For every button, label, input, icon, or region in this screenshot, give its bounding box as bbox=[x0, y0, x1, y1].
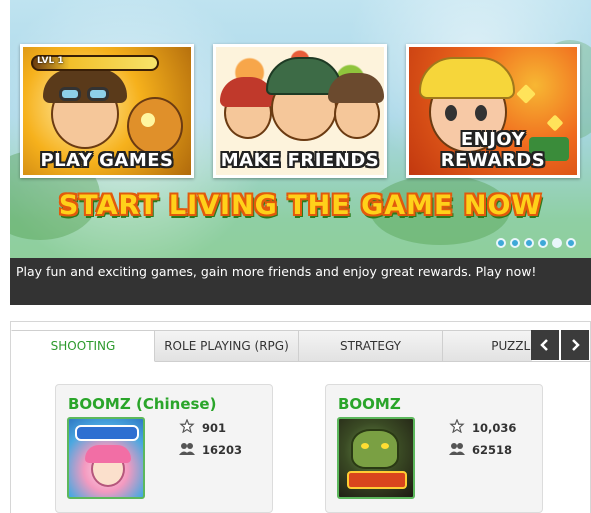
game-title[interactable]: BOOMZ (Chinese) bbox=[68, 395, 216, 413]
carousel-dot[interactable] bbox=[524, 238, 534, 248]
tabs-prev-button[interactable] bbox=[531, 330, 559, 360]
star-icon bbox=[179, 419, 195, 433]
chevron-right-icon bbox=[572, 339, 580, 351]
carousel-dots bbox=[496, 238, 576, 248]
banner-caption-bar: Play fun and exciting games, gain more f… bbox=[10, 258, 591, 305]
tab-shooting[interactable]: SHOOTING bbox=[11, 330, 155, 362]
game-card-boomz-chinese[interactable]: BOOMZ (Chinese) 901 16203 bbox=[55, 384, 273, 513]
tab-strategy[interactable]: STRATEGY bbox=[299, 330, 443, 362]
tab-role-playing[interactable]: ROLE PLAYING (RPG) bbox=[155, 330, 299, 362]
game-thumbnail[interactable] bbox=[67, 417, 145, 499]
tabs-next-button[interactable] bbox=[561, 330, 589, 360]
game-rating: 901 bbox=[202, 421, 227, 435]
promo-banner[interactable]: LVL 1 PLAY GAMES MAKE FRIENDS ENJOY REWA… bbox=[10, 0, 591, 258]
banner-headline: START LIVING THE GAME NOW bbox=[58, 190, 543, 221]
promo-card-play-games[interactable]: LVL 1 PLAY GAMES bbox=[20, 44, 194, 178]
players-icon bbox=[179, 443, 195, 455]
tab-strip: SHOOTING ROLE PLAYING (RPG) STRATEGY PUZ… bbox=[11, 330, 532, 363]
carousel-dot[interactable] bbox=[510, 238, 520, 248]
game-thumbnail[interactable] bbox=[337, 417, 415, 499]
page: LVL 1 PLAY GAMES MAKE FRIENDS ENJOY REWA… bbox=[0, 0, 591, 513]
game-players: 62518 bbox=[472, 443, 513, 457]
tab-puzzle[interactable]: PUZZLE bbox=[443, 330, 532, 362]
game-card-boomz[interactable]: BOOMZ 10,036 62518 bbox=[325, 384, 543, 513]
carousel-dot[interactable] bbox=[566, 238, 576, 248]
card-label-make-friends: MAKE FRIENDS bbox=[220, 150, 380, 171]
banner-caption: Play fun and exciting games, gain more f… bbox=[16, 264, 537, 279]
star-icon bbox=[449, 419, 465, 433]
game-rating: 10,036 bbox=[472, 421, 517, 435]
promo-card-enjoy-rewards[interactable]: ENJOY REWARDS bbox=[406, 44, 580, 178]
chevron-left-icon bbox=[540, 339, 548, 351]
genre-tabs: SHOOTING ROLE PLAYING (RPG) STRATEGY PUZ… bbox=[11, 330, 591, 362]
players-icon bbox=[449, 443, 465, 455]
game-players: 16203 bbox=[202, 443, 243, 457]
card-label-enjoy-rewards: ENJOY REWARDS bbox=[440, 129, 546, 171]
carousel-dot[interactable] bbox=[496, 238, 506, 248]
card-label-play-games: PLAY GAMES bbox=[40, 150, 174, 171]
promo-card-make-friends[interactable]: MAKE FRIENDS bbox=[213, 44, 387, 178]
level-label: LVL 1 bbox=[37, 56, 64, 66]
carousel-dot-active[interactable] bbox=[552, 238, 562, 248]
carousel-dot[interactable] bbox=[538, 238, 548, 248]
game-title[interactable]: BOOMZ bbox=[338, 395, 401, 413]
